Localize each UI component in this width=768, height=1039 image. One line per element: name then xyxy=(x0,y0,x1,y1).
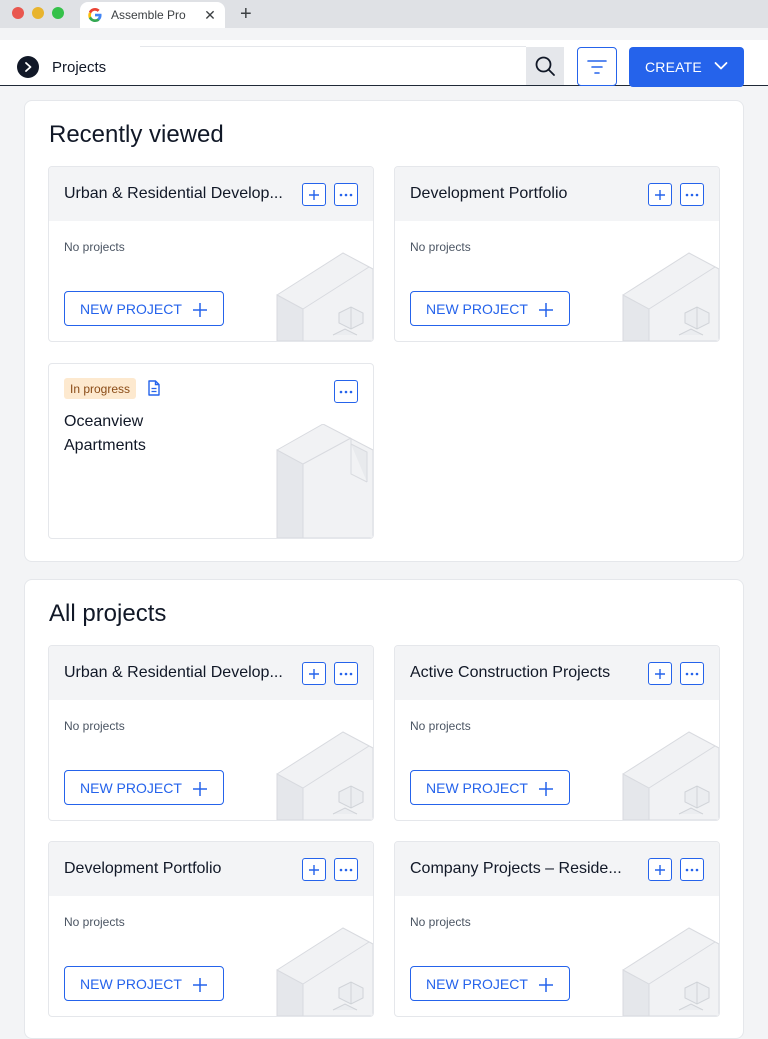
chevron-right-icon xyxy=(25,62,32,72)
browser-tab-bar: Assemble Pro ✕ + xyxy=(0,0,768,28)
plus-icon xyxy=(655,668,665,679)
empty-state-text: No projects xyxy=(410,240,471,254)
building-illustration xyxy=(276,424,373,538)
plus-icon xyxy=(309,189,319,200)
filter-button[interactable] xyxy=(577,47,617,86)
more-options-button[interactable] xyxy=(680,662,704,685)
building-illustration xyxy=(622,927,719,1016)
new-project-button[interactable]: NEW PROJECT xyxy=(410,966,570,1001)
building-illustration xyxy=(276,252,373,341)
plus-icon xyxy=(539,782,553,796)
document-icon xyxy=(148,380,160,396)
new-project-label: NEW PROJECT xyxy=(80,779,182,796)
ellipsis-icon xyxy=(339,390,353,393)
plus-icon xyxy=(539,303,553,317)
plus-icon xyxy=(655,189,665,200)
card-title[interactable]: Development Portfolio xyxy=(64,860,290,878)
breadcrumb[interactable]: Projects xyxy=(52,59,106,76)
plus-icon xyxy=(309,668,319,679)
plus-icon xyxy=(539,978,553,992)
ellipsis-icon xyxy=(339,193,353,196)
section-title: Recently viewed xyxy=(49,121,224,148)
portfolio-card[interactable]: Active Construction Projects No projects… xyxy=(394,645,720,821)
project-name[interactable]: Oceanview Apartments xyxy=(64,410,184,458)
chrome-spacer xyxy=(0,28,768,40)
search-icon xyxy=(535,56,555,76)
ellipsis-icon xyxy=(685,672,699,675)
new-project-label: NEW PROJECT xyxy=(426,975,528,992)
card-title[interactable]: Urban & Residential Develop... xyxy=(64,664,290,682)
add-project-button[interactable] xyxy=(302,183,326,206)
plus-icon xyxy=(193,782,207,796)
close-tab-icon[interactable]: ✕ xyxy=(203,7,217,24)
new-project-button[interactable]: NEW PROJECT xyxy=(64,770,224,805)
plus-icon xyxy=(309,864,319,875)
building-illustration xyxy=(276,731,373,820)
project-card[interactable]: In progress Oceanview Apartments xyxy=(48,363,374,539)
create-button[interactable]: CREATE xyxy=(629,47,744,87)
new-project-button[interactable]: NEW PROJECT xyxy=(410,770,570,805)
window-minimize-dot[interactable] xyxy=(32,7,44,19)
chevron-down-icon xyxy=(714,62,728,70)
ellipsis-icon xyxy=(339,868,353,871)
empty-state-text: No projects xyxy=(64,915,125,929)
ellipsis-icon xyxy=(685,193,699,196)
ellipsis-icon xyxy=(339,672,353,675)
building-illustration xyxy=(622,252,719,341)
empty-state-text: No projects xyxy=(410,915,471,929)
new-project-button[interactable]: NEW PROJECT xyxy=(64,966,224,1001)
more-options-button[interactable] xyxy=(334,380,358,403)
card-title[interactable]: Development Portfolio xyxy=(410,185,636,203)
new-project-label: NEW PROJECT xyxy=(80,300,182,317)
new-project-label: NEW PROJECT xyxy=(426,300,528,317)
browser-tab-title: Assemble Pro xyxy=(111,8,186,22)
portfolio-card[interactable]: Development Portfolio No projects NEW PR… xyxy=(394,166,720,342)
card-title[interactable]: Active Construction Projects xyxy=(410,664,636,682)
more-options-button[interactable] xyxy=(334,183,358,206)
portfolio-card[interactable]: Urban & Residential Develop... No projec… xyxy=(48,166,374,342)
plus-icon xyxy=(193,978,207,992)
card-title[interactable]: Company Projects – Reside... xyxy=(410,860,636,878)
empty-state-text: No projects xyxy=(410,719,471,733)
building-illustration xyxy=(622,731,719,820)
empty-state-text: No projects xyxy=(64,719,125,733)
add-project-button[interactable] xyxy=(648,662,672,685)
google-icon xyxy=(88,8,102,22)
new-project-button[interactable]: NEW PROJECT xyxy=(410,291,570,326)
status-badge: In progress xyxy=(64,378,137,399)
window-maximize-dot[interactable] xyxy=(52,7,64,19)
add-project-button[interactable] xyxy=(648,858,672,881)
empty-state-text: No projects xyxy=(64,240,125,254)
more-options-button[interactable] xyxy=(334,858,358,881)
portfolio-card[interactable]: Development Portfolio No projects NEW PR… xyxy=(48,841,374,1017)
new-tab-button[interactable]: + xyxy=(240,4,252,24)
all-projects-section: All projects Urban & Residential Develop… xyxy=(24,579,744,1039)
brand-logo[interactable] xyxy=(17,56,39,78)
plus-icon xyxy=(655,864,665,875)
add-project-button[interactable] xyxy=(648,183,672,206)
add-project-button[interactable] xyxy=(302,662,326,685)
portfolio-card[interactable]: Company Projects – Reside... No projects… xyxy=(394,841,720,1017)
ellipsis-icon xyxy=(685,868,699,871)
more-options-button[interactable] xyxy=(680,183,704,206)
window-close-dot[interactable] xyxy=(12,7,24,19)
search-button[interactable] xyxy=(526,47,564,85)
more-options-button[interactable] xyxy=(680,858,704,881)
app-header: Projects CREATE xyxy=(0,40,768,87)
card-title[interactable]: Urban & Residential Develop... xyxy=(64,185,290,203)
new-project-button[interactable]: NEW PROJECT xyxy=(64,291,224,326)
search-field[interactable] xyxy=(140,46,526,47)
section-title: All projects xyxy=(49,600,167,627)
new-project-label: NEW PROJECT xyxy=(426,779,528,796)
filter-icon xyxy=(587,59,607,74)
building-illustration xyxy=(276,927,373,1016)
portfolio-card[interactable]: Urban & Residential Develop... No projec… xyxy=(48,645,374,821)
recently-viewed-section: Recently viewed Urban & Residential Deve… xyxy=(24,100,744,562)
add-project-button[interactable] xyxy=(302,858,326,881)
plus-icon xyxy=(193,303,207,317)
more-options-button[interactable] xyxy=(334,662,358,685)
new-project-label: NEW PROJECT xyxy=(80,975,182,992)
browser-tab[interactable]: Assemble Pro ✕ xyxy=(80,2,225,28)
create-button-label: CREATE xyxy=(645,59,702,75)
